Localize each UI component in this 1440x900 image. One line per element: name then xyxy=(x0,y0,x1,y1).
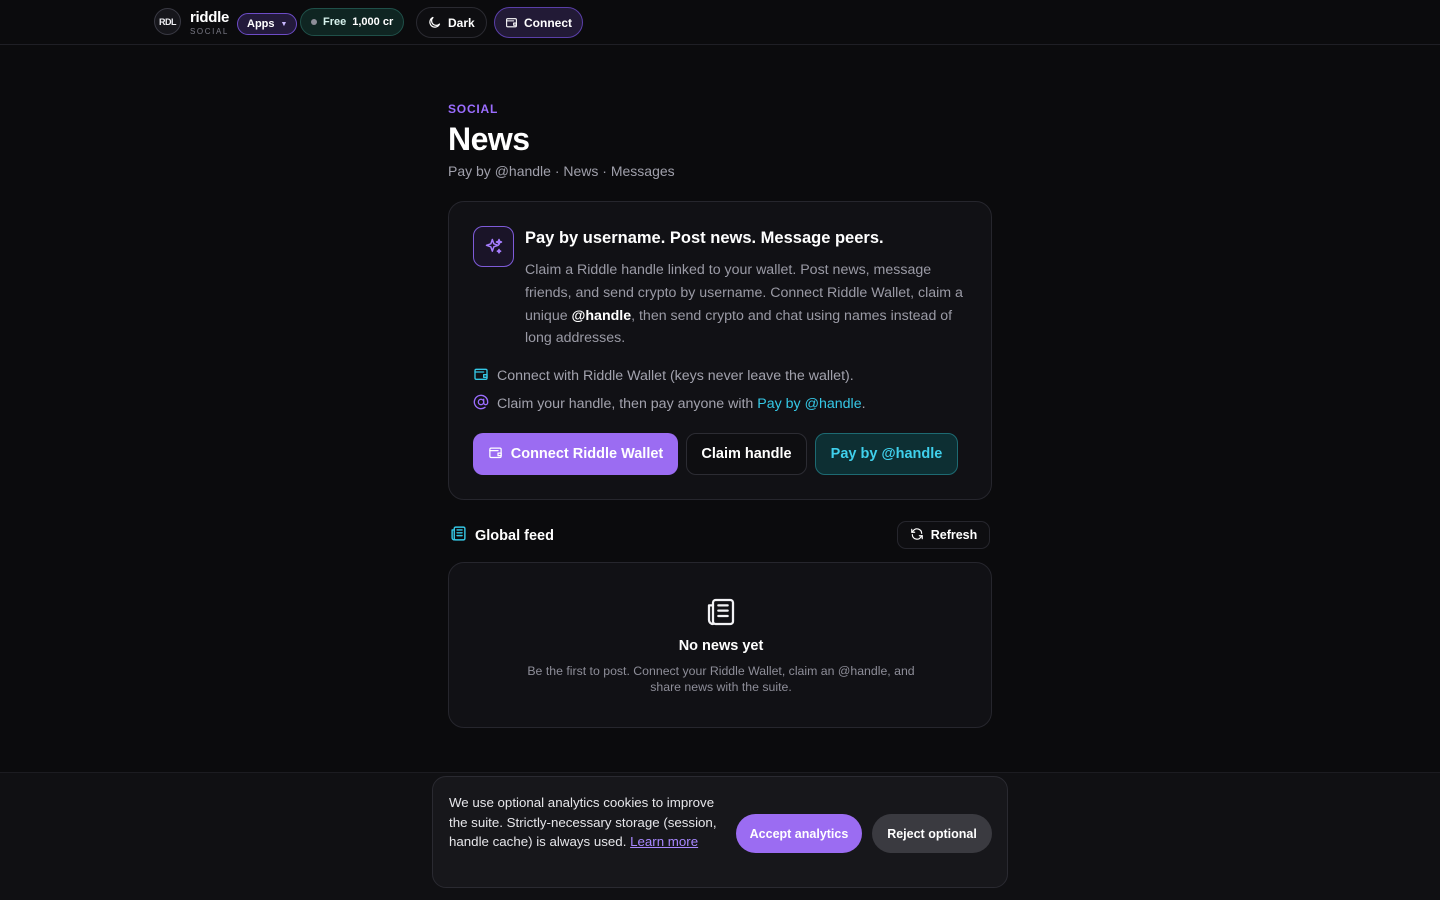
connect-wallet-button[interactable]: Connect Riddle Wallet xyxy=(473,433,678,475)
brand-subtitle: SOCIAL xyxy=(190,27,229,36)
top-bar: RDL riddle SOCIAL Apps ▼ Free 1,000 cr D… xyxy=(0,0,1440,45)
sparkle-icon xyxy=(473,226,514,267)
feature-handle-suffix: . xyxy=(861,396,866,412)
credits-value: 1,000 cr xyxy=(352,16,394,28)
moon-icon xyxy=(427,15,442,30)
learn-more-link[interactable]: Learn more xyxy=(630,834,698,849)
page-subtitle: Pay by @handle · News · Messages xyxy=(448,163,675,179)
status-dot-icon xyxy=(311,19,317,25)
reject-optional-button[interactable]: Reject optional xyxy=(872,814,992,853)
empty-feed-title: No news yet xyxy=(678,638,764,654)
caret-down-icon: ▼ xyxy=(280,20,288,28)
apps-menu-button[interactable]: Apps ▼ xyxy=(237,13,298,35)
newspaper-icon xyxy=(705,596,737,633)
intro-description: Claim a Riddle handle linked to your wal… xyxy=(525,259,965,350)
feed-header: Global feed xyxy=(450,525,554,546)
pay-by-handle-button[interactable]: Pay by @handle xyxy=(815,433,958,475)
pay-by-handle-link[interactable]: Pay by @handle xyxy=(757,396,861,412)
credits-badge[interactable]: Free 1,000 cr xyxy=(300,8,405,36)
handle-highlight: @handle xyxy=(571,307,632,324)
at-icon xyxy=(473,394,489,414)
wallet-icon xyxy=(505,16,518,29)
intro-card: Pay by username. Post news. Message peer… xyxy=(448,201,992,500)
feature-handle-prefix: Claim your handle, then pay anyone with xyxy=(497,396,758,412)
wallet-icon xyxy=(488,445,503,464)
empty-feed-text: Be the first to post. Connect your Riddl… xyxy=(527,664,915,694)
claim-handle-button[interactable]: Claim handle xyxy=(686,433,807,475)
empty-feed-card: No news yet Be the first to post. Connec… xyxy=(448,562,992,728)
brand-name[interactable]: riddle xyxy=(190,9,229,26)
cookie-text: We use optional analytics cookies to imp… xyxy=(449,793,721,852)
feature-handle: Claim your handle, then pay anyone with … xyxy=(473,394,866,414)
theme-toggle-button[interactable]: Dark xyxy=(416,7,487,38)
newspaper-icon xyxy=(450,525,467,546)
theme-label: Dark xyxy=(448,15,475,30)
refresh-button[interactable]: Refresh xyxy=(897,521,990,549)
intro-heading: Pay by username. Post news. Message peer… xyxy=(525,229,884,247)
cookie-banner: We use optional analytics cookies to imp… xyxy=(432,776,1008,888)
plan-label: Free xyxy=(323,16,347,28)
feature-wallet-text: Connect with Riddle Wallet (keys never l… xyxy=(497,368,854,384)
wallet-icon xyxy=(473,366,489,386)
refresh-label: Refresh xyxy=(930,528,978,542)
accept-analytics-button[interactable]: Accept analytics xyxy=(736,814,862,853)
connect-wallet-label: Connect Riddle Wallet xyxy=(510,446,664,462)
logo-badge[interactable]: RDL xyxy=(154,8,181,35)
section-eyebrow: SOCIAL xyxy=(448,102,499,116)
connect-button[interactable]: Connect xyxy=(494,7,583,38)
connect-label: Connect xyxy=(524,15,572,30)
page-title: News xyxy=(448,121,530,157)
apps-label: Apps xyxy=(247,18,275,30)
feature-handle-text: Claim your handle, then pay anyone with … xyxy=(497,396,866,412)
feed-title: Global feed xyxy=(475,527,554,544)
refresh-icon xyxy=(910,527,924,544)
feature-wallet: Connect with Riddle Wallet (keys never l… xyxy=(473,366,854,386)
